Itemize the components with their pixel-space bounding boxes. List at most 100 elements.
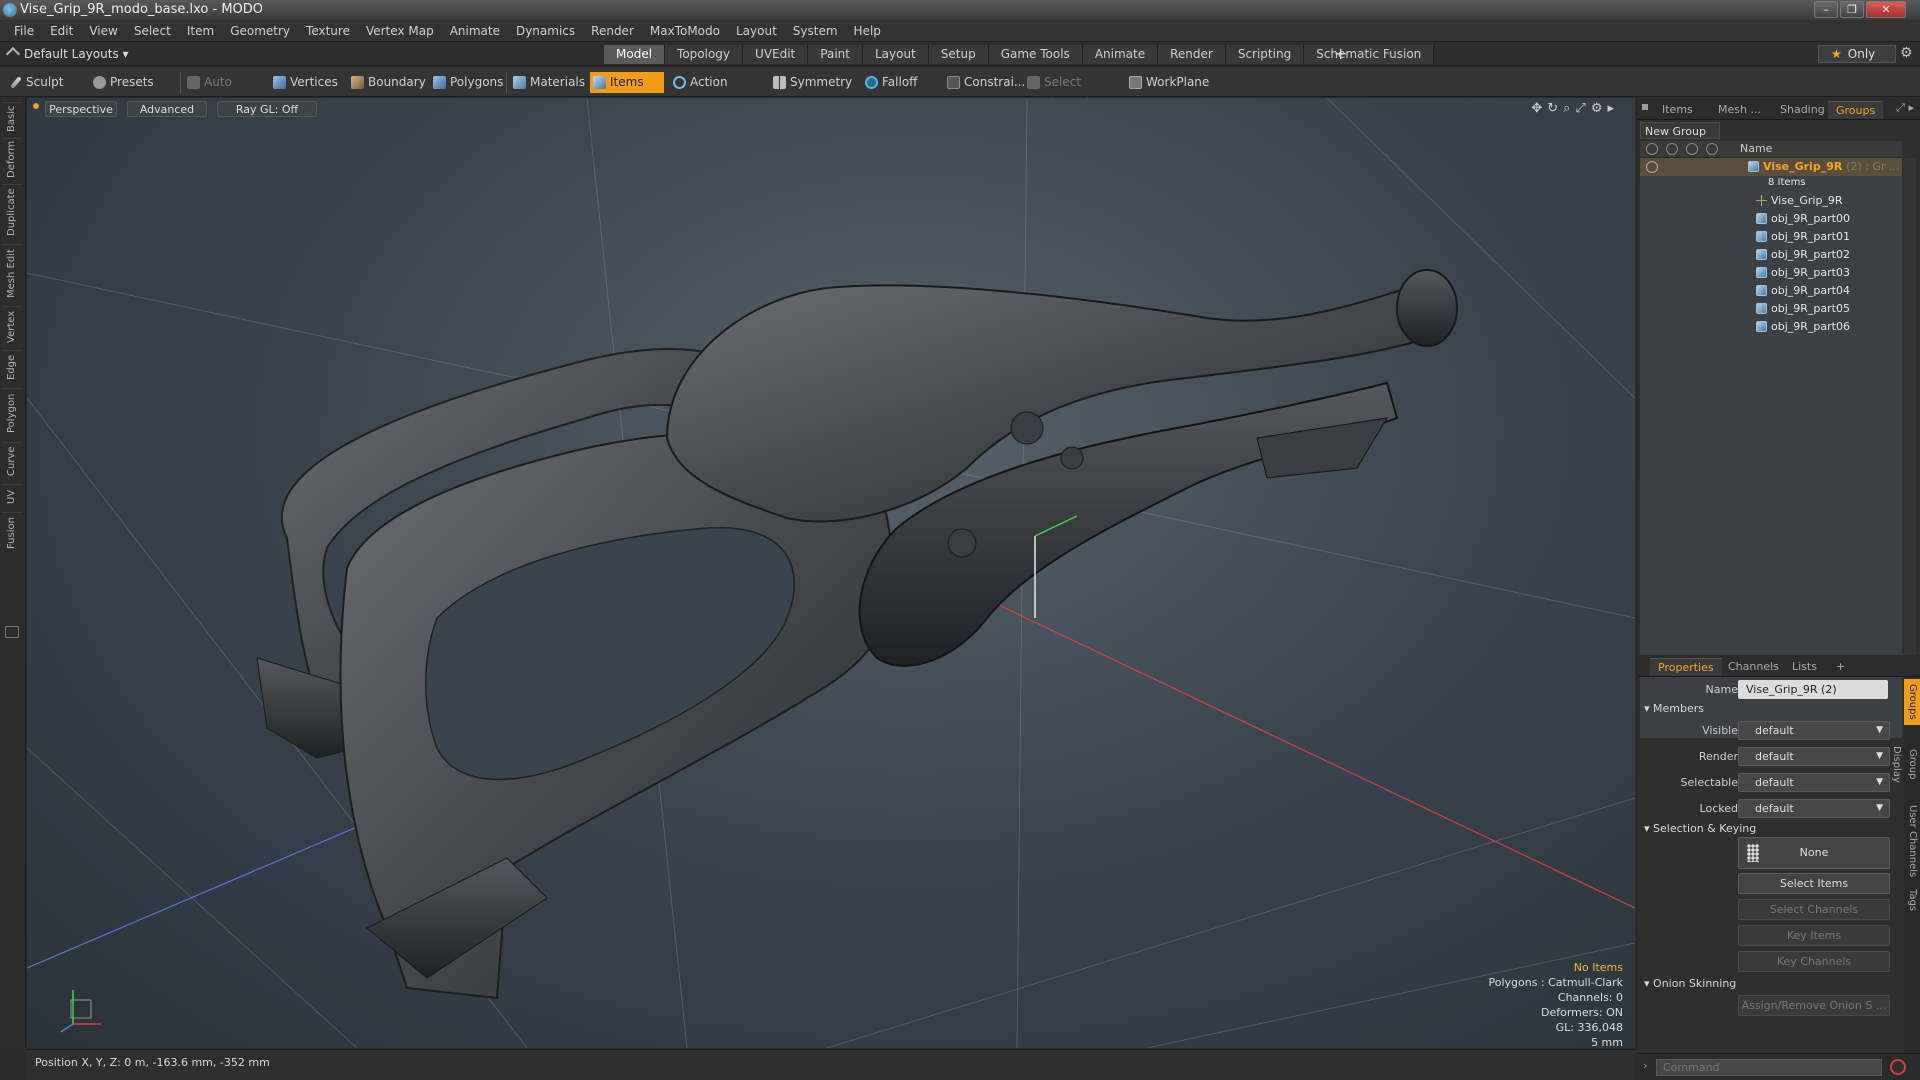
tab-polygon[interactable]: Polygon [2,388,22,438]
viewport-gear-icon[interactable]: ⚙ [1591,101,1608,116]
move-view-icon[interactable]: ✥ [1531,101,1547,116]
tab-shading[interactable]: Shading [1772,101,1833,119]
menu-geometry[interactable]: Geometry [222,20,298,42]
vtab-groups[interactable]: Groups [1904,679,1920,725]
tab-mesh-edit[interactable]: Mesh Edit [2,244,22,302]
workplane-button[interactable]: WorkPlane [1126,72,1209,93]
tab-game-tools[interactable]: Game Tools [988,45,1083,64]
constraints-button[interactable]: Constrai... [944,72,1025,93]
falloff-button[interactable]: Falloff [862,72,944,93]
record-icon[interactable] [1890,1059,1906,1075]
menu-file[interactable]: File [6,20,42,42]
raygl-toggle[interactable]: Ray GL: Off [217,101,317,117]
tab-paint[interactable]: Paint [808,45,863,64]
tab-deform[interactable]: Deform [2,138,22,180]
gear-icon[interactable]: ⚙ [1900,45,1913,61]
tab-uv[interactable]: UV [2,484,22,508]
menu-item[interactable]: Item [179,20,222,42]
tab-curve[interactable]: Curve [2,442,22,480]
sculpt-button[interactable]: Sculpt [6,72,86,93]
maximize-button[interactable]: ❐ [1840,1,1864,18]
onion-skinning-section[interactable]: ▾ Onion Skinning [1644,977,1736,990]
selection-keying-section[interactable]: ▾ Selection & Keying [1644,822,1756,835]
tab-edge[interactable]: Edge [2,350,22,384]
add-properties-tab-button[interactable]: + [1828,658,1853,676]
viewport-menu-icon[interactable] [33,103,39,109]
close-button[interactable]: ✕ [1866,1,1906,18]
vtab-tags[interactable]: Tags [1904,883,1920,917]
list-item[interactable]: obj_9R_part00 [1640,210,1902,228]
lock-column-icon[interactable] [1706,143,1718,155]
tab-uvedit[interactable]: UVEdit [743,45,809,64]
minimize-button[interactable]: – [1814,1,1838,18]
panel-menu-icon[interactable] [1642,104,1648,110]
auto-select-button[interactable]: Auto Select [184,72,266,110]
tab-model[interactable]: Model [604,45,666,64]
list-item[interactable]: obj_9R_part02 [1640,246,1902,264]
presets-button[interactable]: Presets [90,72,176,93]
list-item[interactable]: Vise_Grip_9R [1640,192,1902,210]
menu-select[interactable]: Select [126,20,179,42]
menu-layout[interactable]: Layout [728,20,785,42]
key-items-button[interactable]: Key Items [1738,925,1890,946]
list-item[interactable]: obj_9R_part01 [1640,228,1902,246]
tab-schematic-fusion[interactable]: Schematic Fusion [1304,45,1435,64]
zoom-view-icon[interactable]: ⌕ [1563,101,1575,116]
select-through-button[interactable]: Select Through [1024,72,1120,110]
items-mode-button[interactable]: Items 3 [590,72,664,110]
group-name-field[interactable]: Vise_Grip_9R (2) [1738,680,1888,699]
symmetry-button[interactable]: Symmetry [770,72,852,93]
3d-viewport[interactable]: Perspective Advanced Ray GL: Off ✥↻⌕⤢⚙▸ … [27,98,1635,1048]
tab-channels[interactable]: Channels [1720,658,1787,676]
tab-lists[interactable]: Lists [1784,658,1825,676]
fit-view-icon[interactable]: ⤢ [1575,101,1590,116]
select-column-icon[interactable] [1686,143,1698,155]
groups-scrollbar[interactable] [1904,158,1916,738]
layout-selector[interactable]: Default Layouts ▾ [5,45,129,63]
tab-animate[interactable]: Animate [1082,45,1159,64]
boundary-mode-button[interactable]: Boundary [348,72,428,93]
tab-items[interactable]: Items [1654,101,1701,119]
assign-onion-button[interactable]: Assign/Remove Onion S ... [1738,995,1890,1016]
menu-vertex-map[interactable]: Vertex Map [358,20,442,42]
selectable-dropdown[interactable]: default ▼ [1738,773,1890,792]
key-channels-button[interactable]: Key Channels [1738,951,1890,972]
tab-duplicate[interactable]: Duplicate [2,184,22,240]
polygons-mode-button[interactable]: Polygons [430,72,503,93]
render-dropdown[interactable]: default ▼ [1738,747,1890,766]
tab-render[interactable]: Render [1158,45,1226,64]
action-center-button[interactable]: Action Center [670,72,770,110]
menu-texture[interactable]: Texture [298,20,358,42]
tab-scripting[interactable]: Scripting [1225,45,1305,64]
list-item[interactable]: obj_9R_part03 [1640,264,1902,282]
list-item[interactable]: obj_9R_part05 [1640,300,1902,318]
menu-dynamics[interactable]: Dynamics [508,20,583,42]
list-item[interactable]: obj_9R_part06 [1640,318,1902,336]
new-group-button[interactable]: New Group [1640,122,1720,139]
viewport-expand-icon[interactable]: ▸ [1607,101,1619,116]
menu-view[interactable]: View [81,20,125,42]
list-item[interactable]: obj_9R_part04 [1640,282,1902,300]
render-column-icon[interactable] [1666,143,1678,155]
tab-mesh[interactable]: Mesh ... [1710,101,1769,119]
tab-layout[interactable]: Layout [862,45,929,64]
only-toggle-button[interactable]: ★ Only [1818,45,1896,63]
tab-topology[interactable]: Topology [665,45,744,64]
select-items-button[interactable]: Select Items [1738,873,1890,894]
visibility-column-icon[interactable] [1646,143,1658,155]
toggle-panel-icon[interactable] [5,626,19,638]
menu-edit[interactable]: Edit [42,20,81,42]
command-input[interactable] [1656,1059,1882,1076]
materials-mode-button[interactable]: Materials [510,72,590,93]
none-button[interactable]: None [1738,837,1890,869]
menu-render[interactable]: Render [583,20,642,42]
members-section[interactable]: ▾ Members [1644,702,1704,715]
visible-dropdown[interactable]: default ▼ [1738,721,1890,740]
tab-groups[interactable]: Groups [1828,101,1884,119]
add-tab-button[interactable]: + [1334,44,1347,63]
view-type-dropdown[interactable]: Perspective [45,101,117,117]
select-channels-button[interactable]: Select Channels [1738,899,1890,920]
vtab-user-channels[interactable]: User Channels [1904,803,1920,879]
tab-properties[interactable]: Properties [1650,658,1722,676]
vertices-mode-button[interactable]: Vertices 1 [270,72,346,110]
